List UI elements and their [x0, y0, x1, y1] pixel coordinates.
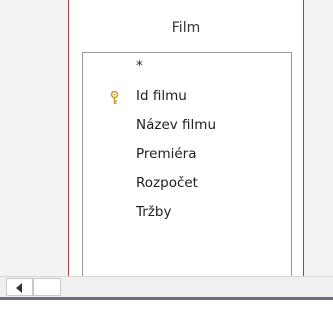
- status-strip: [0, 297, 333, 309]
- field-row-nazev-filmu[interactable]: Název filmu: [83, 114, 291, 138]
- field-label: Název filmu: [136, 117, 217, 133]
- field-row-all[interactable]: *: [83, 55, 291, 79]
- table-field-list-film[interactable]: Film * Id filmu Název filmu Premiéra Roz…: [68, 0, 304, 276]
- field-label: Id filmu: [136, 88, 187, 104]
- key-icon: [110, 90, 119, 105]
- query-design-canvas: Film * Id filmu Název filmu Premiéra Roz…: [0, 0, 333, 276]
- field-row-rozpocet[interactable]: Rozpočet: [83, 172, 291, 196]
- field-list: * Id filmu Název filmu Premiéra Rozpočet…: [82, 52, 292, 276]
- field-label: Tržby: [136, 204, 172, 220]
- field-label: *: [136, 58, 143, 74]
- field-row-trzby[interactable]: Tržby: [83, 201, 291, 225]
- field-row-premiera[interactable]: Premiéra: [83, 143, 291, 167]
- left-arrow-icon: [16, 283, 22, 293]
- field-row-id-filmu[interactable]: Id filmu: [83, 85, 291, 109]
- table-title: Film: [171, 20, 201, 36]
- scroll-thumb[interactable]: [33, 278, 61, 296]
- horizontal-scrollbar[interactable]: [0, 276, 333, 297]
- divider: [0, 297, 333, 300]
- scroll-left-button[interactable]: [6, 278, 33, 296]
- field-label: Premiéra: [136, 146, 197, 162]
- field-label: Rozpočet: [136, 175, 198, 191]
